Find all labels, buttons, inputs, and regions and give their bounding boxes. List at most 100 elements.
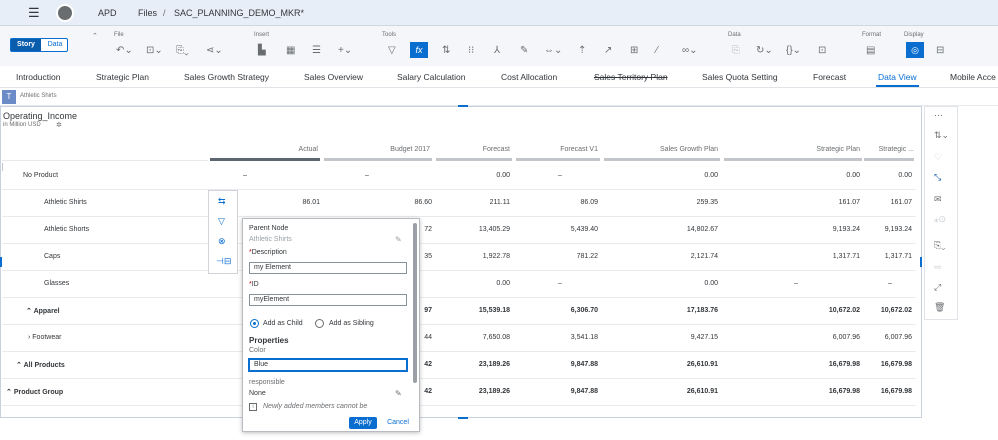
cell-sales-growth[interactable]: 0.00 <box>604 172 718 179</box>
add-icon[interactable]: +⌄ <box>338 45 352 56</box>
share-icon[interactable]: ⋖⌄ <box>206 45 223 56</box>
cell-sales-growth[interactable]: 26,610.91 <box>604 388 718 395</box>
edit-icon[interactable]: ✎ <box>520 45 528 56</box>
cell-strategic-more[interactable]: 16,679.98 <box>864 388 912 395</box>
cell-forecast-v1[interactable]: 9,847.88 <box>518 388 598 395</box>
column-header-actual[interactable]: Actual <box>210 146 318 153</box>
variables-icon[interactable]: {}⌄ <box>786 45 801 56</box>
forward-icon[interactable]: ⇨ <box>934 262 942 273</box>
cell-forecast-v1[interactable]: 3,541.18 <box>518 334 598 341</box>
hierarchy-add-icon[interactable]: ⇆ <box>218 196 226 207</box>
cell-strategic[interactable]: 161.07 <box>724 199 860 206</box>
cell-strategic-more[interactable]: 16,679.98 <box>864 361 912 368</box>
tab-mobile-access[interactable]: Mobile Acce <box>950 72 996 82</box>
cell-forecast-v1[interactable]: 5,439.40 <box>518 226 598 233</box>
cell-strategic[interactable]: 9,193.24 <box>724 226 860 233</box>
cell-strategic[interactable]: 1,317.71 <box>724 253 860 260</box>
table-icon[interactable]: ▦ <box>286 45 295 56</box>
cell-sales-growth[interactable]: 9,427.15 <box>604 334 718 341</box>
tab-salary-calculation[interactable]: Salary Calculation <box>397 72 466 82</box>
mode-data-button[interactable]: Data <box>42 39 68 51</box>
table-row[interactable]: ⌃ All Products 42 23,189.26 9,847.88 26,… <box>2 352 916 379</box>
cell-forecast[interactable]: 23,189.26 <box>436 388 510 395</box>
cell-strategic[interactable]: 16,679.98 <box>724 388 860 395</box>
copy-icon[interactable]: ⎘⌄ <box>934 240 945 251</box>
cell-forecast[interactable]: 211.11 <box>436 199 510 206</box>
cell-strategic[interactable]: 6,007.96 <box>724 334 860 341</box>
filter-chip-icon[interactable]: T <box>2 90 16 104</box>
idea-icon[interactable]: ♡ <box>934 152 942 163</box>
description-input[interactable]: my Element <box>249 262 407 274</box>
cell-sales-growth[interactable]: 0.00 <box>604 280 718 287</box>
column-header-forecast-v1[interactable]: Forecast V1 <box>516 146 598 153</box>
swap-icon[interactable]: ⤡ <box>934 172 941 183</box>
table-row[interactable]: No Product – – 0.00 – 0.00 0.00 0.00 <box>2 163 916 190</box>
save-icon[interactable]: ⊡⌄ <box>146 45 163 56</box>
cell-budget[interactable]: 86.60 <box>326 199 432 206</box>
exclude-icon[interactable]: ⊗ <box>218 236 226 247</box>
cell-forecast-v1[interactable]: 86.09 <box>518 199 598 206</box>
cell-strategic[interactable]: 16,679.98 <box>724 361 860 368</box>
sort-icon[interactable]: ⇅⌄ <box>934 130 949 141</box>
cell-forecast[interactable]: 15,539.18 <box>436 307 510 314</box>
data-table-icon[interactable]: ⊡ <box>818 45 826 56</box>
format-icon[interactable]: ▤ <box>866 45 875 56</box>
comment-icon[interactable]: ◎ <box>906 42 924 58</box>
cell-strategic-more[interactable]: – <box>880 280 900 287</box>
formula-icon[interactable]: fx <box>410 42 428 58</box>
input-control-icon[interactable]: ☰ <box>312 45 321 56</box>
cell-forecast-v1[interactable]: 6,306.70 <box>518 307 598 314</box>
delete-icon[interactable]: 🗑 <box>934 302 945 313</box>
mode-story-button[interactable]: Story <box>11 39 41 51</box>
cell-strategic-more[interactable]: 9,193.24 <box>864 226 912 233</box>
table-row[interactable]: ⌃ Apparel 97 15,539.18 6,306.70 17,183.7… <box>2 298 916 325</box>
table-row[interactable]: › Footwear 44 7,650.08 3,541.18 9,427.15… <box>2 325 916 352</box>
chart-icon[interactable]: ▙ <box>258 45 266 56</box>
pencil-icon[interactable]: ✎ <box>395 389 402 398</box>
comment-icon[interactable]: ✉ <box>934 194 942 205</box>
tab-introduction[interactable]: Introduction <box>16 72 60 82</box>
more-icon[interactable]: ⋯ <box>934 110 943 121</box>
table-row[interactable]: Athletic Shirts 86.01 86.60 211.11 86.09… <box>2 190 916 217</box>
filter-icon[interactable]: ▽ <box>388 45 396 56</box>
table-row[interactable]: ⌃ Product Group 42 23,189.26 9,847.88 26… <box>2 379 916 406</box>
tab-sales-territory-plan[interactable]: Sales Territory Plan <box>594 72 668 82</box>
cell-forecast[interactable]: 23,189.26 <box>436 361 510 368</box>
expand-icon[interactable]: ↗ <box>604 45 612 56</box>
hamburger-icon[interactable]: ☰ <box>28 5 40 21</box>
column-header-forecast[interactable]: Forecast <box>436 146 510 153</box>
column-header-budget-2017[interactable]: Budget 2017 <box>324 146 430 153</box>
apply-button[interactable]: Apply <box>349 417 377 429</box>
column-header-sales-growth-plan[interactable]: Sales Growth Plan <box>604 146 718 153</box>
fullscreen-icon[interactable]: ⤢ <box>934 282 941 293</box>
hierarchy-icon[interactable]: ⅄ <box>494 45 500 56</box>
tab-cost-allocation[interactable]: Cost Allocation <box>501 72 557 82</box>
popup-scrollbar[interactable] <box>413 223 417 383</box>
color-input[interactable]: Blue <box>248 358 408 372</box>
cell-strategic[interactable]: 0.00 <box>724 172 860 179</box>
cell-actual[interactable]: – <box>222 172 268 179</box>
undo-icon[interactable]: ↶⌄ <box>116 45 133 56</box>
add-as-sibling-radio[interactable] <box>315 319 324 328</box>
add-as-child-label[interactable]: Add as Child <box>263 320 303 327</box>
cell-strategic-more[interactable]: 0.00 <box>864 172 912 179</box>
cell-strategic-more[interactable]: 10,672.02 <box>864 307 912 314</box>
copy-data-icon[interactable]: ⎘ <box>732 45 740 56</box>
avatar[interactable] <box>56 4 74 22</box>
mass-data-icon[interactable]: ⁎⊙ <box>934 214 946 225</box>
link-icon[interactable]: ∞⌄ <box>682 45 698 56</box>
add-as-child-radio[interactable] <box>250 319 259 328</box>
cancel-button[interactable]: Cancel <box>383 417 413 429</box>
sort-icon[interactable]: ⇔⌄ <box>544 45 562 56</box>
add-member-icon[interactable]: ⊣⊟ <box>216 256 231 267</box>
app-name[interactable]: APD <box>98 8 117 18</box>
tab-sales-quota-setting[interactable]: Sales Quota Setting <box>702 72 778 82</box>
column-header-strategic-plan[interactable]: Strategic Plan <box>724 146 860 153</box>
tab-strategic-plan[interactable]: Strategic Plan <box>96 72 149 82</box>
cell-strategic[interactable]: 10,672.02 <box>724 307 860 314</box>
swap-axis-icon[interactable]: ⇅ <box>442 45 450 56</box>
cell-forecast[interactable]: 13,405.29 <box>436 226 510 233</box>
tab-sales-growth-strategy[interactable]: Sales Growth Strategy <box>184 72 269 82</box>
collapse-chevron-icon[interactable]: ⌃ <box>6 389 14 396</box>
cell-sales-growth[interactable]: 14,802.67 <box>604 226 718 233</box>
